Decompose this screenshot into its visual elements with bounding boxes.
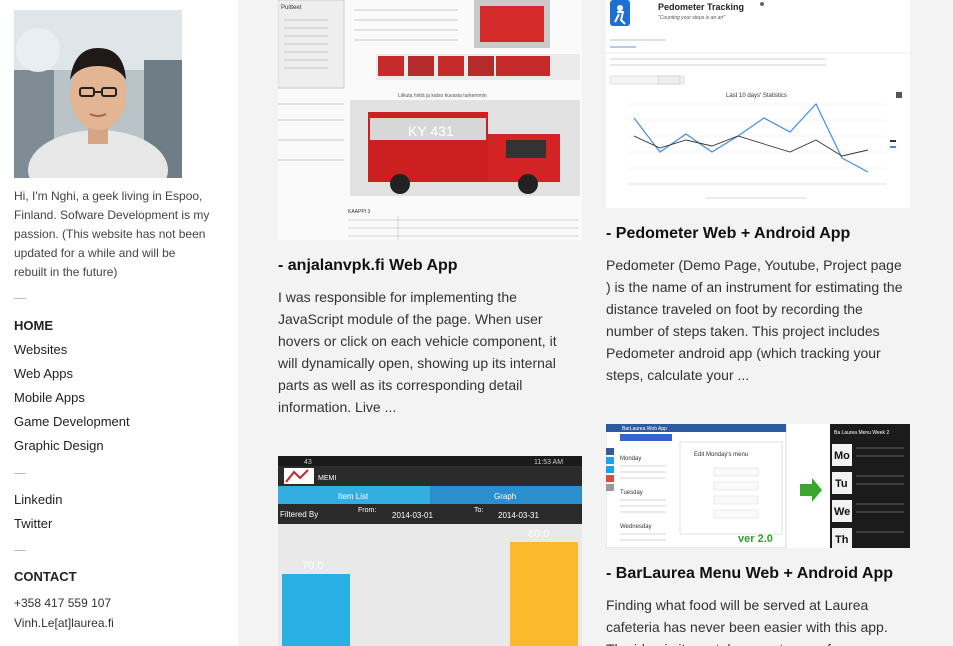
- pedometer-thumbnail[interactable]: Pedometer Tracking "Counting your steps …: [606, 0, 910, 208]
- thumb-label: Item List: [338, 492, 369, 501]
- thumb-label: Wednesday: [620, 524, 652, 530]
- thumb-label: 2014-03-01: [392, 511, 433, 520]
- nav-game-development[interactable]: Game Development: [14, 414, 130, 429]
- nav-graphic-design[interactable]: Graphic Design: [14, 438, 104, 453]
- anjalanvpk-thumbnail[interactable]: Puitteet Liikuta hiirtä ja katso kuvasta…: [278, 0, 582, 240]
- thumb-label: Pedometer Tracking: [658, 2, 744, 12]
- thumb-label: "Counting your steps is an art": [658, 15, 725, 21]
- nav-home[interactable]: HOME: [14, 318, 53, 333]
- thumb-label: Mo: [834, 450, 850, 462]
- sidebar: Hi, I'm Nghi, a geek living in Espoo, Fi…: [0, 0, 238, 646]
- thumb-label: 80.0: [528, 528, 549, 540]
- thumb-label: BarLaurea Web App: [622, 426, 667, 432]
- thumb-label: KY 431: [408, 123, 454, 139]
- thumb-label: MEMI: [318, 475, 336, 482]
- thumb-label: 70.0: [302, 560, 323, 572]
- nav-web-apps[interactable]: Web Apps: [14, 366, 73, 381]
- project-title[interactable]: - Pedometer Web + Android App: [606, 225, 850, 243]
- contact-phone: +358 417 559 107: [14, 596, 112, 610]
- thumb-label: KAAPPI 3: [348, 209, 370, 215]
- project-description: Finding what food will be served at Laur…: [606, 597, 888, 646]
- thumb-label: 2014-03-31: [498, 511, 539, 520]
- thumb-label: Edit Monday's menu: [694, 452, 748, 458]
- thumb-label: Tuesday: [620, 490, 643, 496]
- thumb-label: Puitteet: [281, 5, 302, 11]
- contact-heading: CONTACT: [14, 569, 77, 584]
- thumb-label: Filtered By: [280, 510, 318, 519]
- thumb-label: 43: [304, 459, 312, 466]
- memi-thumbnail[interactable]: 43 11:53 AM MEMI Item List Graph Filtere…: [278, 456, 582, 646]
- twitter-link[interactable]: Twitter: [14, 516, 52, 531]
- bio-text: Hi, I'm Nghi, a geek living in Espoo, Fi…: [14, 189, 210, 279]
- project-title[interactable]: - anjalanvpk.fi Web App: [278, 257, 458, 275]
- thumb-label: To:: [474, 507, 483, 514]
- contact-email: Vinh.Le[at]laurea.fi: [14, 616, 114, 630]
- barlaurea-thumbnail[interactable]: BarLaurea Web App Monday Tuesday Wednesd…: [606, 424, 910, 548]
- linkedin-link[interactable]: Linkedin: [14, 492, 62, 507]
- project-title[interactable]: - BarLaurea Menu Web + Android App: [606, 565, 893, 583]
- nav-websites[interactable]: Websites: [14, 342, 67, 357]
- thumb-label: 11:53 AM: [534, 459, 563, 466]
- thumb-label: Monday: [620, 456, 641, 462]
- thumb-label: Last 10 days' Statistics: [726, 93, 787, 99]
- divider: [14, 473, 26, 474]
- project-description: Pedometer (Demo Page, Youtube, Project p…: [606, 257, 903, 383]
- thumb-label: We: [834, 506, 850, 518]
- avatar: [14, 10, 182, 178]
- thumb-label: Ba Laurea Menu Week 2: [834, 430, 889, 436]
- project-description: I was responsible for implementing the J…: [278, 289, 557, 415]
- divider: [14, 298, 26, 299]
- nav-mobile-apps[interactable]: Mobile Apps: [14, 390, 85, 405]
- thumb-label: From:: [358, 507, 376, 514]
- thumb-label: Liikuta hiirtä ja katso kuvasta tarkemmi…: [398, 93, 487, 99]
- thumb-label: Graph: [494, 492, 516, 501]
- thumb-label: ver 2.0: [738, 533, 773, 545]
- thumb-label: Tu: [835, 478, 848, 490]
- project-grid: Puitteet Liikuta hiirtä ja katso kuvasta…: [238, 0, 953, 646]
- divider: [14, 550, 26, 551]
- thumb-label: Th: [835, 534, 849, 546]
